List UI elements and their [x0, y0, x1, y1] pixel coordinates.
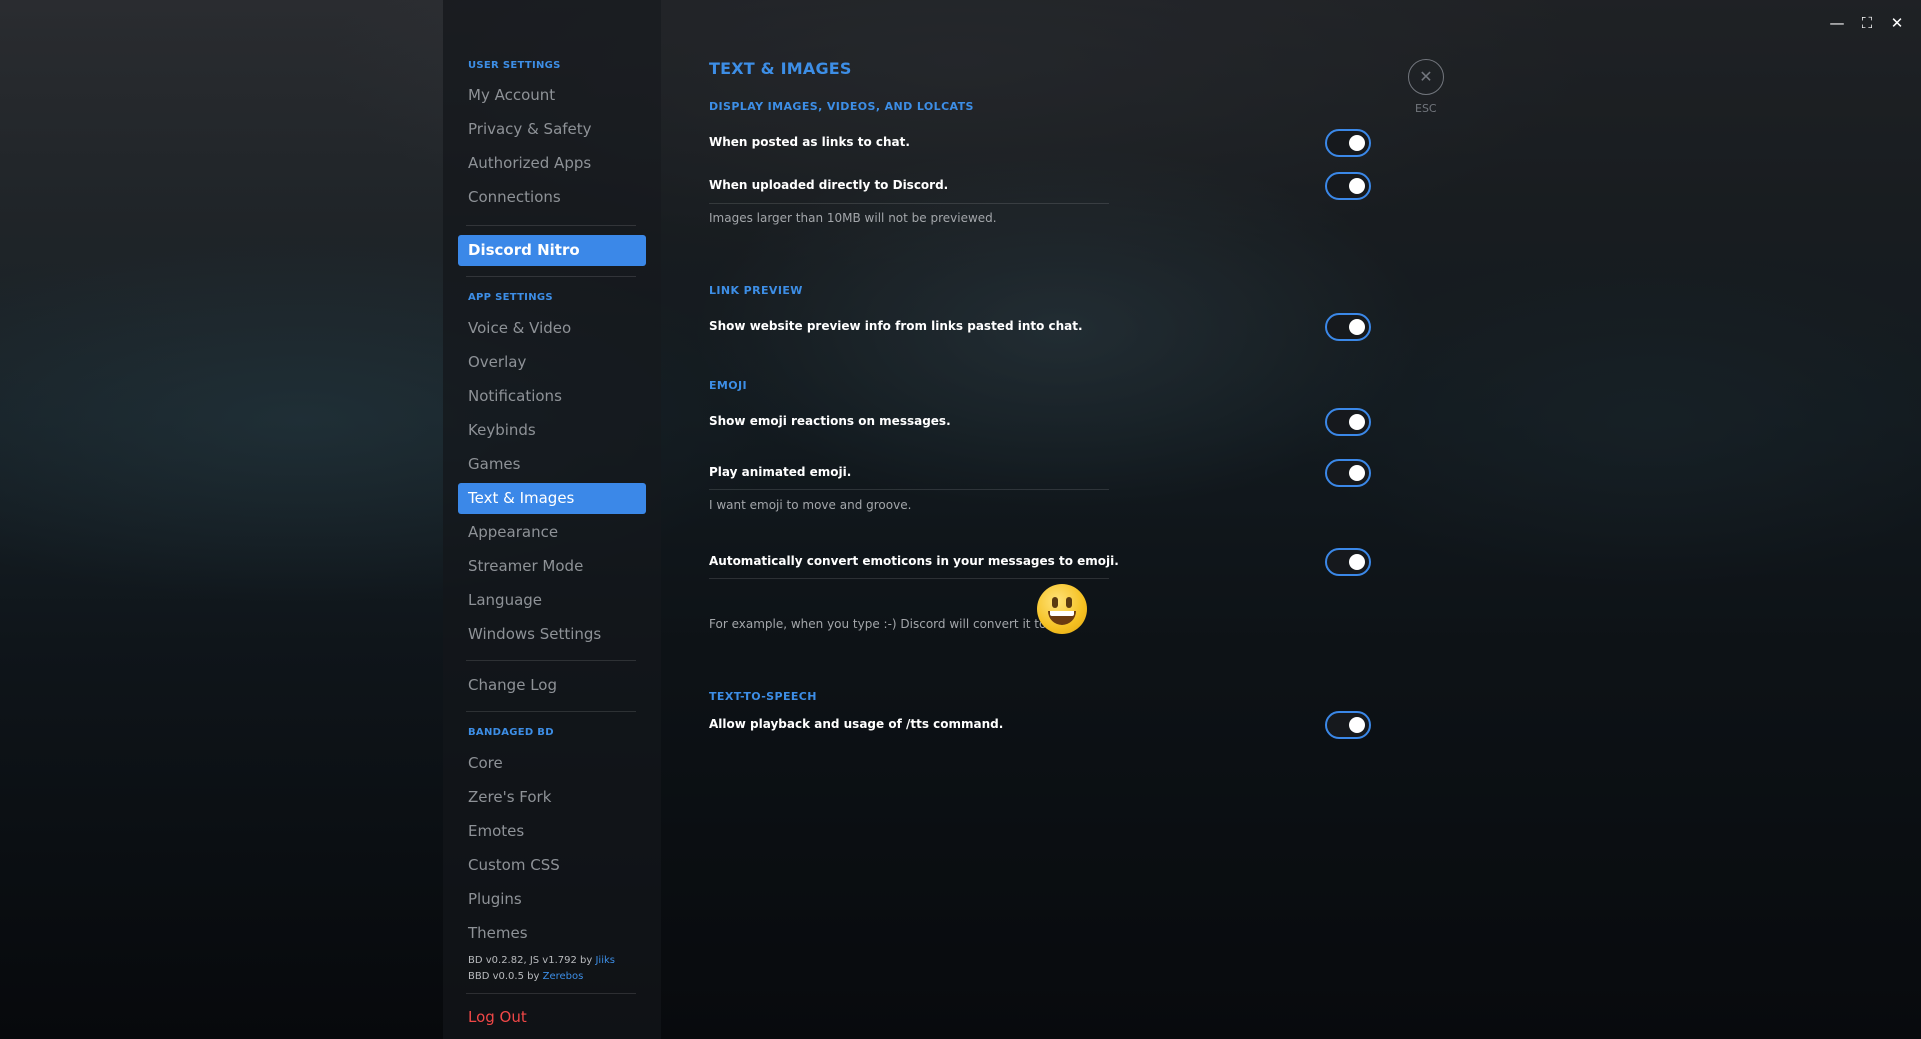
sidebar-item-appearance[interactable]: Appearance: [458, 517, 646, 548]
close-icon[interactable]: ✕: [1886, 12, 1908, 34]
toggle-knob: [1349, 135, 1365, 151]
smiley-emoji-icon: [1037, 584, 1087, 634]
setting-note-image-size: Images larger than 10MB will not be prev…: [709, 211, 997, 225]
setting-label-links-to-chat: When posted as links to chat.: [709, 135, 910, 149]
author-link-jiiks[interactable]: Jiiks: [595, 955, 615, 966]
minimize-icon[interactable]: —: [1826, 12, 1848, 34]
sidebar-item-language[interactable]: Language: [458, 585, 646, 616]
section-title-emoji: EMOJI: [709, 379, 747, 392]
setting-label-convert-emoticons: Automatically convert emoticons in your …: [709, 554, 1119, 568]
log-out-button[interactable]: Log Out: [458, 1002, 646, 1033]
sidebar-item-plugins[interactable]: Plugins: [458, 884, 646, 915]
section-title-tts: TEXT-TO-SPEECH: [709, 690, 817, 703]
sidebar-item-windows-settings[interactable]: Windows Settings: [458, 619, 646, 650]
toggle-animated-emoji[interactable]: [1325, 459, 1371, 487]
sidebar-item-zeres-fork[interactable]: Zere's Fork: [458, 782, 646, 813]
toggle-knob: [1349, 319, 1365, 335]
setting-divider: [709, 578, 1109, 579]
maximize-icon[interactable]: ⛶: [1856, 12, 1878, 34]
sidebar-item-themes[interactable]: Themes: [458, 918, 646, 949]
version-text: BD v0.2.82, JS v1.792 by: [468, 955, 596, 966]
close-settings-button[interactable]: ✕: [1408, 59, 1444, 95]
section-title-display-images: DISPLAY IMAGES, VIDEOS, AND LOLCATS: [709, 100, 974, 113]
sidebar-item-change-log[interactable]: Change Log: [458, 670, 646, 701]
sidebar-item-core[interactable]: Core: [458, 748, 646, 779]
sidebar-item-custom-css[interactable]: Custom CSS: [458, 850, 646, 881]
setting-label-uploaded-directly: When uploaded directly to Discord.: [709, 178, 949, 192]
toggle-tts[interactable]: [1325, 711, 1371, 739]
sidebar-item-text-images[interactable]: Text & Images: [458, 483, 646, 514]
close-icon: ✕: [1419, 67, 1433, 86]
sidebar-item-authorized-apps[interactable]: Authorized Apps: [458, 148, 646, 179]
toggle-knob: [1349, 554, 1365, 570]
setting-note-emoticon-example: For example, when you type :-) Discord w…: [709, 617, 1047, 631]
bd-version-line-1: BD v0.2.82, JS v1.792 by Jiiks: [468, 955, 615, 966]
sidebar-divider: [466, 660, 636, 661]
sidebar-divider: [466, 711, 636, 712]
sidebar-item-connections[interactable]: Connections: [458, 182, 646, 213]
section-title-link-preview: LINK PREVIEW: [709, 284, 803, 297]
setting-label-emoji-reactions: Show emoji reactions on messages.: [709, 414, 951, 428]
sidebar-item-privacy-safety[interactable]: Privacy & Safety: [458, 114, 646, 145]
toggle-uploaded-directly[interactable]: [1325, 172, 1371, 200]
setting-label-animated-emoji: Play animated emoji.: [709, 465, 852, 479]
sidebar-item-overlay[interactable]: Overlay: [458, 347, 646, 378]
sidebar-item-streamer-mode[interactable]: Streamer Mode: [458, 551, 646, 582]
sidebar-item-keybinds[interactable]: Keybinds: [458, 415, 646, 446]
sidebar-divider: [466, 225, 636, 226]
toggle-knob: [1349, 465, 1365, 481]
setting-label-link-preview: Show website preview info from links pas…: [709, 319, 1083, 333]
toggle-knob: [1349, 717, 1365, 733]
bd-version-line-2: BBD v0.0.5 by Zerebos: [468, 971, 583, 982]
page-title: TEXT & IMAGES: [709, 59, 852, 78]
setting-label-tts: Allow playback and usage of /tts command…: [709, 717, 1004, 731]
toggle-knob: [1349, 414, 1365, 430]
app-settings-header: APP SETTINGS: [468, 292, 553, 303]
sidebar-item-voice-video[interactable]: Voice & Video: [458, 313, 646, 344]
setting-divider: [709, 489, 1109, 490]
sidebar-item-discord-nitro[interactable]: Discord Nitro: [458, 235, 646, 266]
setting-divider: [709, 203, 1109, 204]
content-panel: [661, 0, 1921, 1039]
toggle-link-preview[interactable]: [1325, 313, 1371, 341]
toggle-links-to-chat[interactable]: [1325, 129, 1371, 157]
version-text: BBD v0.0.5 by: [468, 971, 543, 982]
user-settings-header: USER SETTINGS: [468, 60, 561, 71]
author-link-zerebos[interactable]: Zerebos: [543, 971, 584, 982]
toggle-emoji-reactions[interactable]: [1325, 408, 1371, 436]
sidebar-divider: [466, 276, 636, 277]
sidebar-item-games[interactable]: Games: [458, 449, 646, 480]
toggle-knob: [1349, 178, 1365, 194]
sidebar-item-emotes[interactable]: Emotes: [458, 816, 646, 847]
esc-label: ESC: [1415, 102, 1437, 115]
sidebar-divider: [466, 993, 636, 994]
toggle-convert-emoticons[interactable]: [1325, 548, 1371, 576]
setting-note-emoji-groove: I want emoji to move and groove.: [709, 498, 912, 512]
bandaged-bd-header: BANDAGED BD: [468, 727, 554, 738]
sidebar-item-my-account[interactable]: My Account: [458, 80, 646, 111]
sidebar-item-notifications[interactable]: Notifications: [458, 381, 646, 412]
